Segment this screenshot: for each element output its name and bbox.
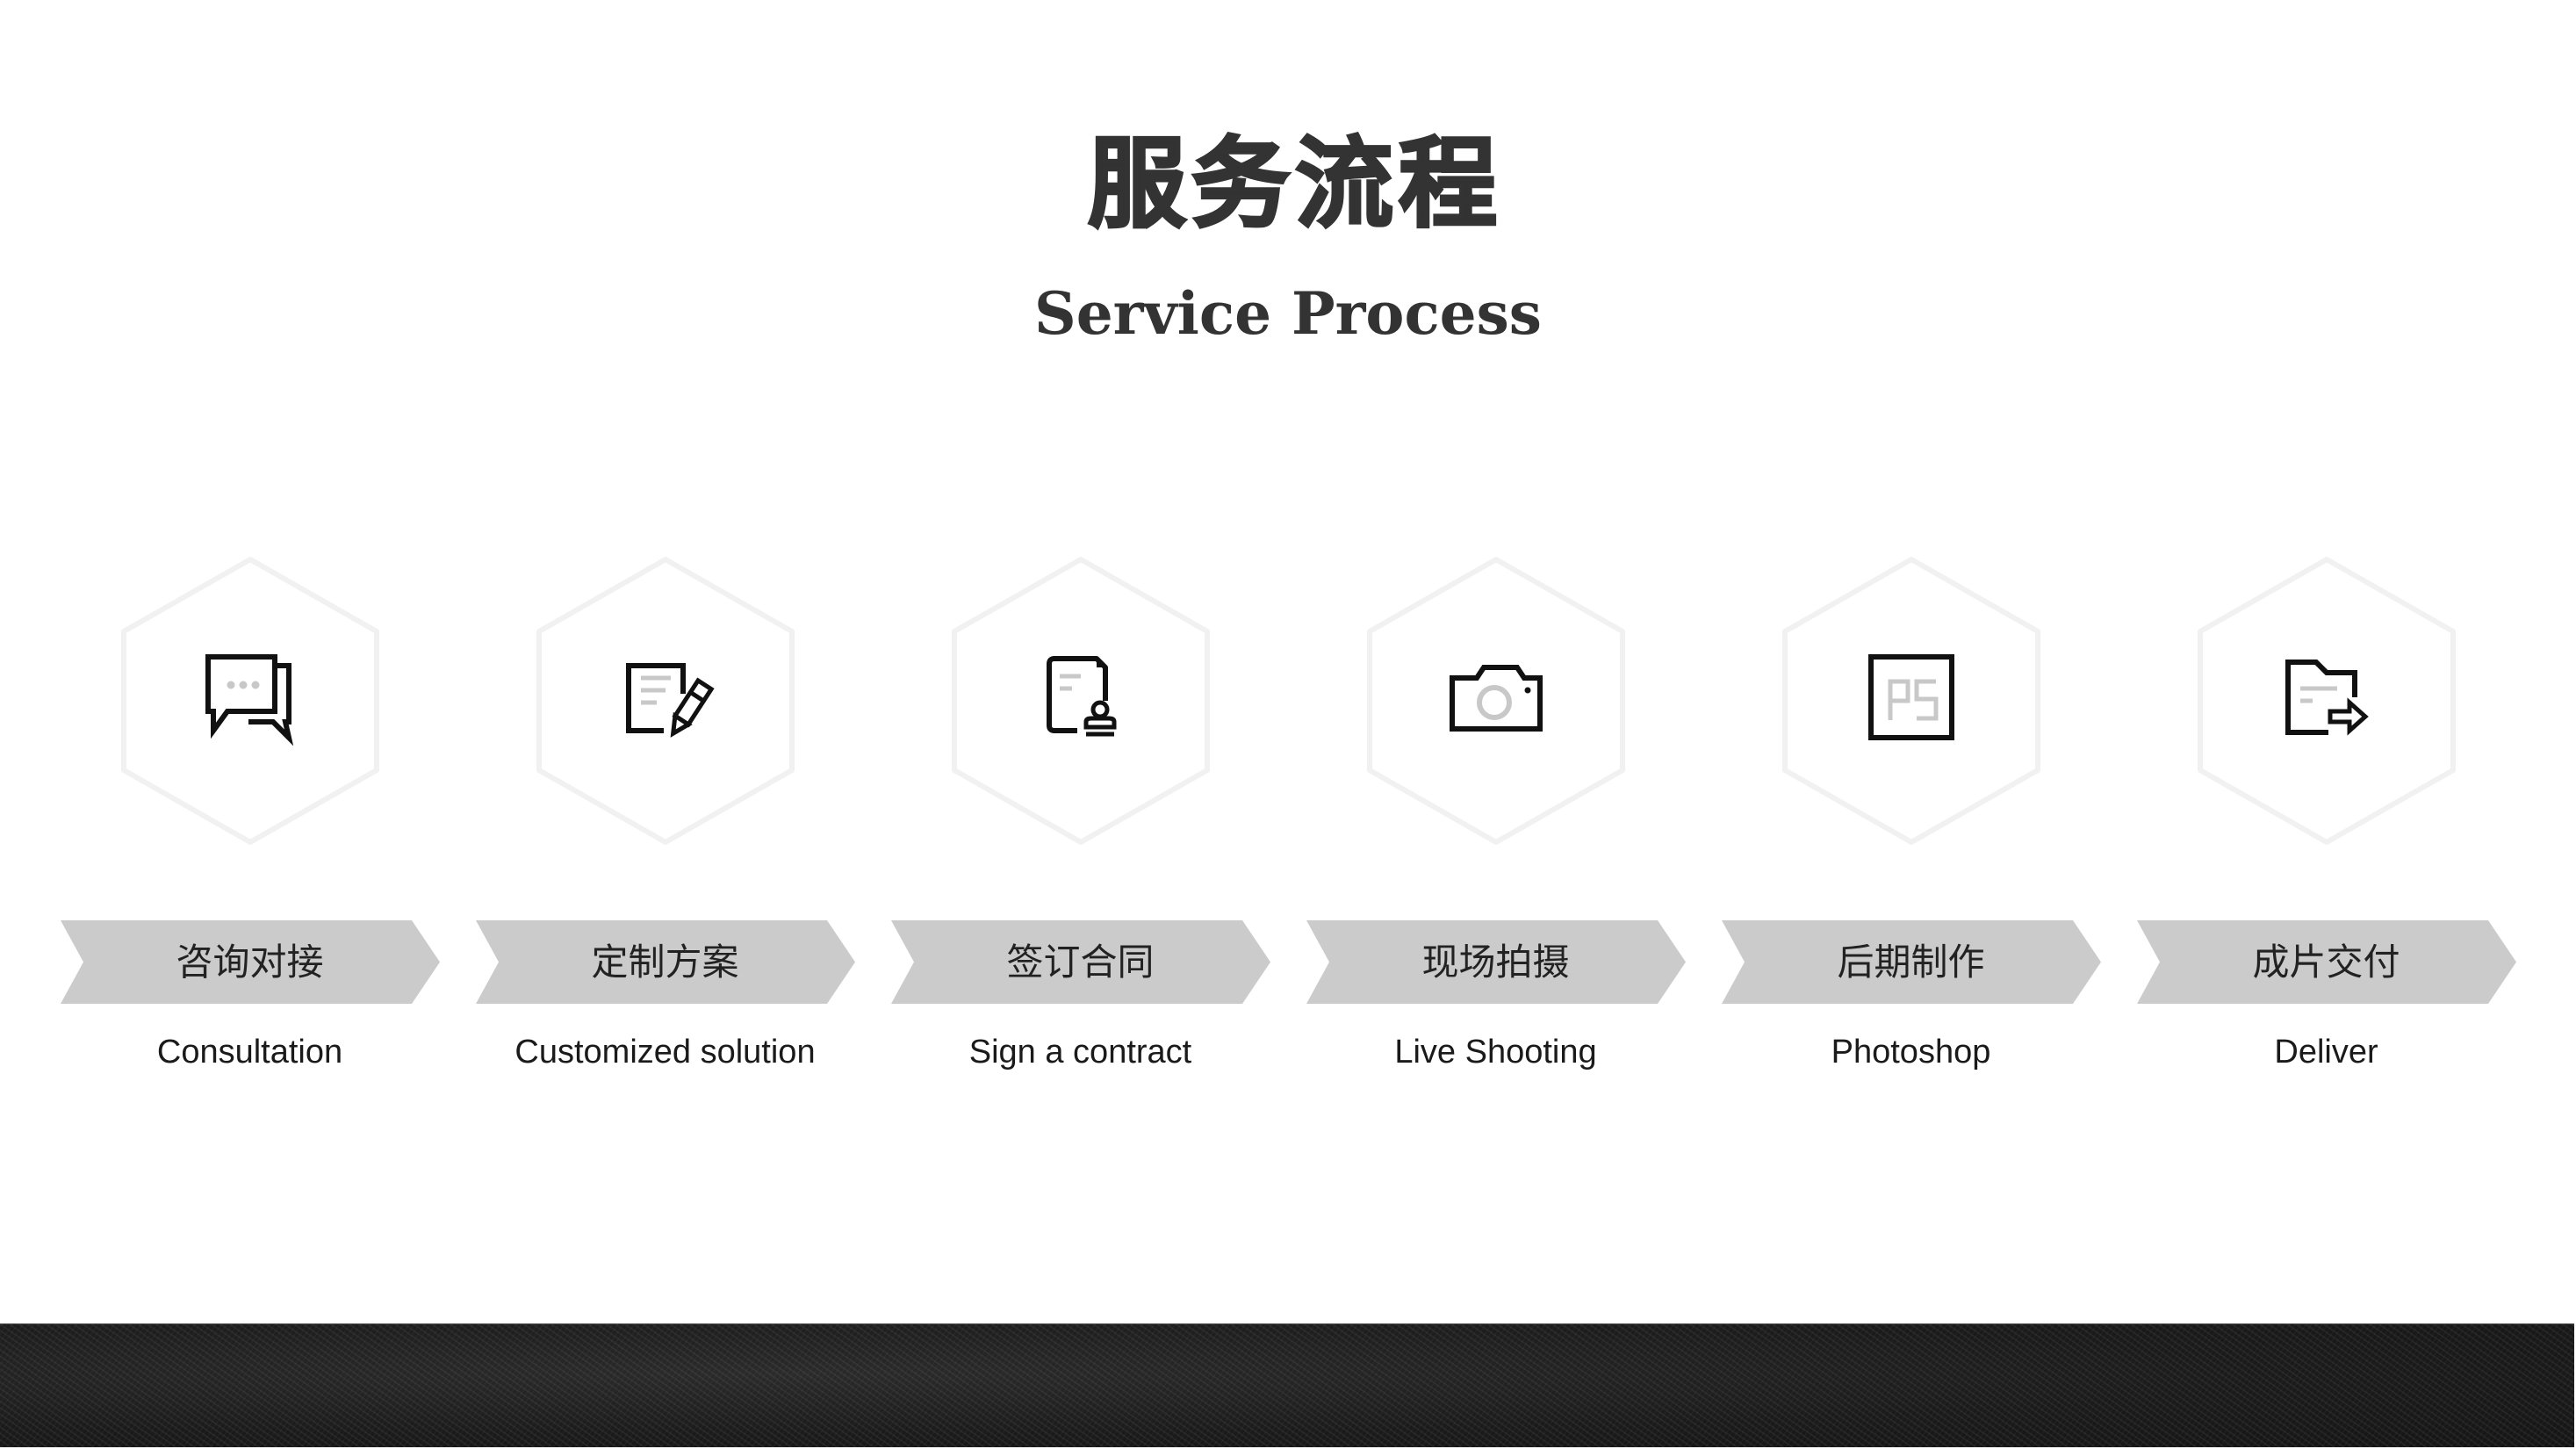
process-step-live-shooting: 现场拍摄 Live Shooting xyxy=(1288,0,1703,1449)
process-step-photoshop: 后期制作 Photoshop xyxy=(1703,0,2119,1449)
step-label-chinese: 定制方案 xyxy=(591,941,739,984)
photoshop-icon xyxy=(1859,650,1964,746)
step-banner: 现场拍摄 xyxy=(1306,920,1686,1004)
folder-send-icon xyxy=(2274,650,2379,746)
process-steps: 咨询对接 Consultation 定制方案 Customized soluti… xyxy=(0,0,2576,1449)
step-label-chinese: 现场拍摄 xyxy=(1421,941,1570,984)
step-banner: 成片交付 xyxy=(2136,920,2516,1004)
step-label-english: Customized solution xyxy=(514,1034,816,1071)
contract-stamp-icon xyxy=(1028,650,1133,746)
leather-texture-footer-band xyxy=(0,1323,2574,1447)
step-label-chinese: 签订合同 xyxy=(1006,941,1155,984)
step-label-chinese: 咨询对接 xyxy=(176,941,324,984)
camera-icon xyxy=(1443,650,1549,746)
step-label-english: Sign a contract xyxy=(968,1034,1192,1071)
document-edit-icon xyxy=(613,650,718,746)
step-label-english: Live Shooting xyxy=(1394,1034,1597,1071)
step-banner: 咨询对接 xyxy=(60,920,440,1004)
step-label-english: Consultation xyxy=(156,1034,343,1071)
process-step-deliver: 成片交付 Deliver xyxy=(2119,0,2534,1449)
step-banner: 后期制作 xyxy=(1721,920,2101,1004)
process-step-customized-solution: 定制方案 Customized solution xyxy=(457,0,873,1449)
chat-bubbles-icon xyxy=(198,650,303,746)
process-step-sign-contract: 签订合同 Sign a contract xyxy=(873,0,1288,1449)
step-label-english: Photoshop xyxy=(1831,1034,1991,1071)
step-banner: 签订合同 xyxy=(890,920,1270,1004)
step-label-chinese: 成片交付 xyxy=(2252,941,2400,984)
step-banner: 定制方案 xyxy=(475,920,855,1004)
process-step-consultation: 咨询对接 Consultation xyxy=(42,0,457,1449)
step-label-chinese: 后期制作 xyxy=(1837,941,1985,984)
step-label-english: Deliver xyxy=(2274,1034,2378,1071)
